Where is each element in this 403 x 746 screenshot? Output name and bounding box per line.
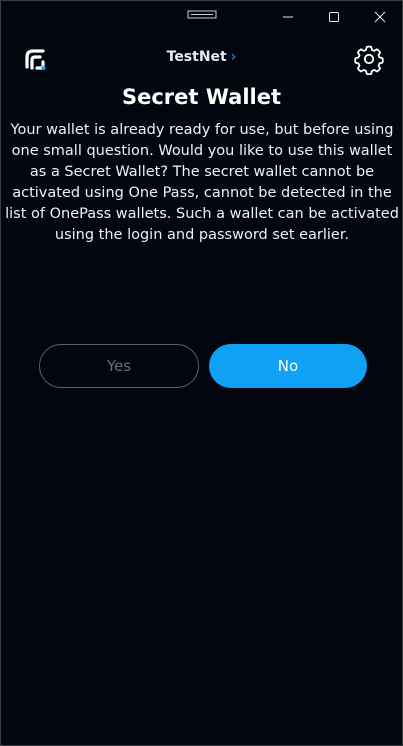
app-header: TestNet › (1, 41, 402, 81)
close-icon (374, 8, 386, 27)
yes-button[interactable]: Yes (39, 344, 199, 388)
network-label: TestNet (166, 49, 227, 65)
window-title-bar[interactable] (1, 1, 402, 33)
yes-button-label: Yes (106, 357, 132, 375)
gear-icon[interactable] (353, 43, 385, 76)
network-selector[interactable]: TestNet › (1, 49, 402, 65)
minimize-icon (282, 8, 294, 27)
page-description: Your wallet is already ready for use, bu… (5, 122, 399, 243)
close-button[interactable] (357, 1, 403, 33)
chevron-right-icon: › (230, 49, 237, 65)
maximize-button[interactable] (311, 1, 357, 33)
no-button-label: No (277, 357, 299, 375)
page-title: Secret Wallet (121, 85, 282, 109)
drag-handle-icon[interactable] (187, 5, 217, 19)
minimize-button[interactable] (265, 1, 311, 33)
app-window: TestNet › Secret Wallet Your wallet is al… (0, 0, 403, 746)
maximize-icon (328, 8, 340, 27)
no-button[interactable]: No (209, 344, 367, 388)
